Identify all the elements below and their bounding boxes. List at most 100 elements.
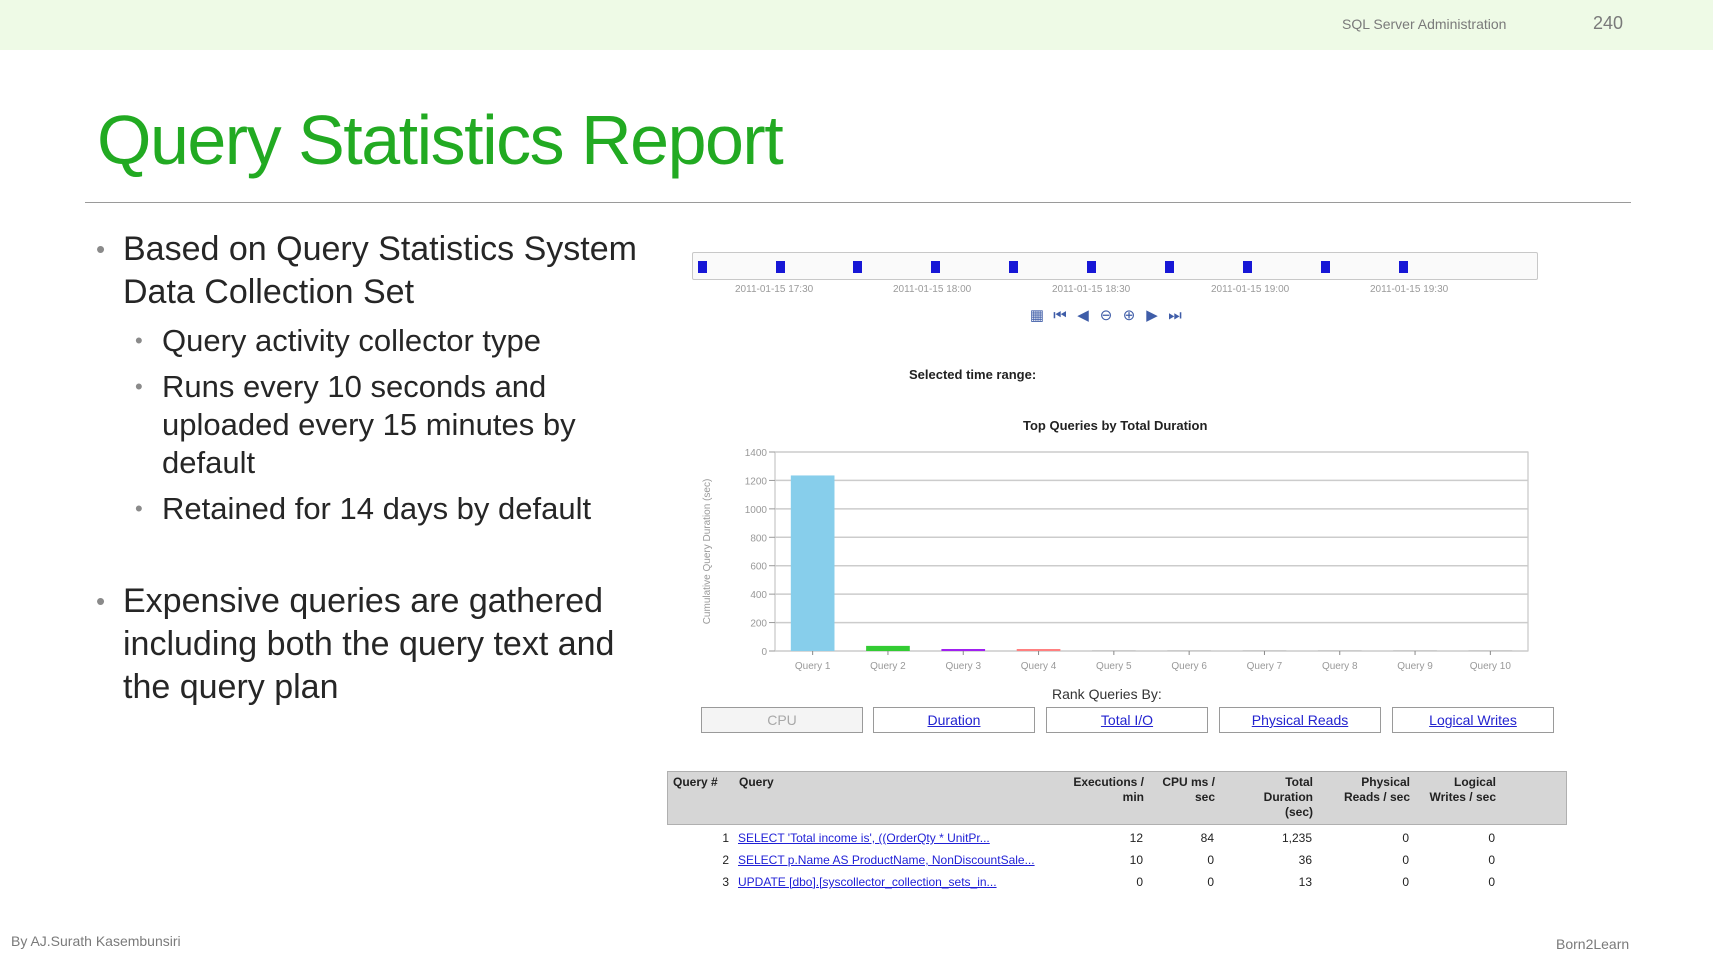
cell-writes: 0 bbox=[1488, 875, 1495, 889]
timeline-marker[interactable] bbox=[698, 261, 707, 273]
title-divider bbox=[85, 202, 1631, 203]
cell-exec: 12 bbox=[1129, 831, 1143, 845]
x-tick-label: Query 8 bbox=[1322, 661, 1358, 672]
timeline-slider[interactable] bbox=[692, 252, 1538, 280]
header-bar: SQL Server Administration 240 bbox=[0, 0, 1713, 50]
x-tick-label: Query 2 bbox=[870, 661, 906, 672]
timeline-toolbar: ▦ ⏮ ◀ ⊖ ⊕ ▶ ⏭ bbox=[1027, 306, 1185, 328]
x-tick-label: Query 5 bbox=[1096, 661, 1132, 672]
y-tick-label: 800 bbox=[750, 533, 767, 544]
query-link[interactable]: SELECT 'Total income is', ((OrderQty * U… bbox=[738, 831, 990, 845]
cell-cpu: 0 bbox=[1207, 875, 1214, 889]
timeline-marker[interactable] bbox=[931, 261, 940, 273]
timeline-label: 2011-01-15 19:30 bbox=[1370, 284, 1449, 295]
chart-title: Top Queries by Total Duration bbox=[1023, 418, 1208, 433]
y-tick-label: 400 bbox=[750, 590, 767, 601]
x-tick-label: Query 7 bbox=[1247, 661, 1283, 672]
y-tick-label: 600 bbox=[750, 562, 767, 573]
slide-title: Query Statistics Report bbox=[97, 101, 784, 179]
cell-writes: 0 bbox=[1488, 831, 1495, 845]
timeline-marker[interactable] bbox=[1165, 261, 1174, 273]
rank-by-total-i-o-button[interactable]: Total I/O bbox=[1046, 707, 1208, 733]
col-query: Query bbox=[739, 775, 774, 789]
zoom-out-icon[interactable]: ⊖ bbox=[1096, 306, 1116, 326]
y-tick-label: 1000 bbox=[745, 505, 768, 516]
col-cpu: CPU ms / sec bbox=[1162, 775, 1215, 804]
bar-query-7 bbox=[1242, 650, 1287, 651]
bar-query-3 bbox=[941, 649, 986, 651]
query-link[interactable]: UPDATE [dbo].[syscollector_collection_se… bbox=[738, 875, 997, 889]
cell-duration: 1,235 bbox=[1281, 831, 1312, 845]
x-tick-label: Query 1 bbox=[795, 661, 831, 672]
cell-reads: 0 bbox=[1402, 875, 1409, 889]
timeline-marker[interactable] bbox=[1321, 261, 1330, 273]
sub-bullet-retention: Retained for 14 days by default bbox=[135, 490, 656, 528]
calendar-icon[interactable]: ▦ bbox=[1027, 306, 1047, 326]
selected-time-range-label: Selected time range: bbox=[909, 367, 1037, 382]
cell-exec: 0 bbox=[1136, 875, 1143, 889]
query-statistics-report: 2011-01-15 17:30 2011-01-15 18:00 2011-01-… bbox=[660, 240, 1580, 920]
timeline-marker[interactable] bbox=[776, 261, 785, 273]
previous-icon[interactable]: ◀ bbox=[1073, 306, 1093, 326]
table-header: Query # Query Executions / min CPU ms / … bbox=[667, 771, 1567, 825]
col-total-duration: Total Duration (sec) bbox=[1263, 775, 1313, 819]
first-icon[interactable]: ⏮ bbox=[1050, 306, 1070, 326]
page-number: 240 bbox=[1593, 13, 1624, 33]
rank-by-cpu-button[interactable]: CPU bbox=[701, 707, 863, 733]
bar-query-4 bbox=[1016, 649, 1061, 651]
cell-exec: 10 bbox=[1129, 853, 1143, 867]
timeline-label: 2011-01-15 18:30 bbox=[1052, 284, 1131, 295]
y-tick-label: 1200 bbox=[745, 476, 768, 487]
col-executions: Executions / min bbox=[1073, 775, 1144, 804]
timeline-marker[interactable] bbox=[853, 261, 862, 273]
bar-query-8 bbox=[1317, 650, 1362, 651]
author-credit: By AJ.Surath Kasembunsiri bbox=[11, 933, 181, 949]
cell-cpu: 0 bbox=[1207, 853, 1214, 867]
timeline-label: 2011-01-15 17:30 bbox=[735, 284, 814, 295]
brand-name: Born2Learn bbox=[1556, 936, 1630, 952]
rank-by-logical-writes-button[interactable]: Logical Writes bbox=[1392, 707, 1554, 733]
cell-cpu: 84 bbox=[1200, 831, 1214, 845]
bullet-collection-set: Based on Query Statistics System Data Co… bbox=[96, 228, 656, 314]
bullet-list: Based on Query Statistics System Data Co… bbox=[96, 228, 656, 709]
cell-writes: 0 bbox=[1488, 853, 1495, 867]
timeline-label: 2011-01-15 18:00 bbox=[893, 284, 972, 295]
rank-by-duration-button[interactable]: Duration bbox=[873, 707, 1035, 733]
timeline-marker[interactable] bbox=[1087, 261, 1096, 273]
x-tick-label: Query 4 bbox=[1021, 661, 1057, 672]
rank-by-physical-reads-button[interactable]: Physical Reads bbox=[1219, 707, 1381, 733]
course-title: SQL Server Administration bbox=[1342, 16, 1507, 32]
bar-query-9 bbox=[1393, 650, 1437, 651]
bullet-expensive-queries: Expensive queries are gathered including… bbox=[96, 580, 656, 709]
x-tick-label: Query 9 bbox=[1397, 661, 1433, 672]
next-icon[interactable]: ▶ bbox=[1142, 306, 1162, 326]
top-queries-chart: 0 200 400 600 800 1000 1200 1400 Cumulative Quer… bbox=[702, 448, 1529, 672]
x-tick-label: Query 3 bbox=[945, 661, 981, 672]
timeline-marker[interactable] bbox=[1009, 261, 1018, 273]
plot-area bbox=[774, 451, 1529, 652]
timeline-marker[interactable] bbox=[1243, 261, 1252, 273]
last-icon[interactable]: ⏭ bbox=[1165, 306, 1185, 326]
timeline-label: 2011-01-15 19:00 bbox=[1211, 284, 1290, 295]
cell-duration: 36 bbox=[1298, 853, 1312, 867]
bar-query-1 bbox=[790, 475, 835, 651]
y-tick-label: 0 bbox=[761, 647, 767, 658]
bar-query-10 bbox=[1468, 650, 1513, 651]
timeline-marker[interactable] bbox=[1399, 261, 1408, 273]
cell-reads: 0 bbox=[1402, 831, 1409, 845]
x-tick-label: Query 6 bbox=[1171, 661, 1207, 672]
bar-query-6 bbox=[1167, 650, 1211, 651]
query-link[interactable]: SELECT p.Name AS ProductName, NonDiscoun… bbox=[738, 853, 1035, 867]
y-axis-label: Cumulative Query Duration (sec) bbox=[702, 479, 713, 625]
zoom-in-icon[interactable]: ⊕ bbox=[1119, 306, 1139, 326]
col-logical-writes: Logical Writes / sec bbox=[1429, 775, 1496, 804]
table-row: 3 UPDATE [dbo].[syscollector_collection_s… bbox=[667, 875, 1567, 897]
query-number: 3 bbox=[722, 875, 729, 889]
rank-queries-label: Rank Queries By: bbox=[1052, 686, 1162, 702]
bar-query-5 bbox=[1092, 650, 1136, 651]
y-tick-label: 200 bbox=[750, 619, 767, 630]
x-tick-label: Query 10 bbox=[1470, 661, 1512, 672]
query-number: 2 bbox=[722, 853, 729, 867]
bar-query-2 bbox=[866, 645, 910, 651]
table-row: 1 SELECT 'Total income is', ((OrderQty * … bbox=[667, 831, 1567, 853]
